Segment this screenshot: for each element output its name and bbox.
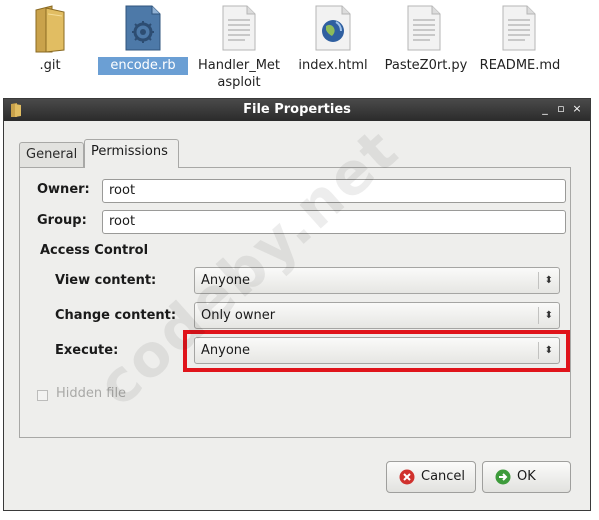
file-label: encode.rb (98, 57, 188, 75)
cancel-button-label: Cancel (421, 469, 466, 484)
file-handler-metasploit[interactable]: Handler_Met asploit (193, 4, 285, 94)
access-control-heading: Access Control (40, 243, 149, 258)
chevron-updown-icon: ⬍ (544, 275, 553, 286)
tab-permissions-label: Permissions (91, 144, 168, 159)
view-content-label: View content: (55, 273, 157, 288)
owner-label: Owner: (37, 182, 90, 197)
tab-permissions[interactable]: Permissions (84, 139, 179, 168)
group-label: Group: (37, 213, 87, 228)
desktop-file-area: .git encode.rb Handler_Met asploit index… (0, 0, 599, 98)
tab-general[interactable]: General (19, 142, 84, 168)
file-encode-rb[interactable]: encode.rb (98, 4, 188, 80)
execute-value: Anyone (201, 343, 251, 358)
cancel-icon (399, 469, 415, 485)
owner-field[interactable]: root (102, 179, 566, 203)
ok-button-label: OK (517, 469, 536, 484)
close-button[interactable]: × (570, 101, 584, 117)
combo-separator (538, 272, 539, 289)
file-git-folder[interactable]: .git (20, 4, 80, 80)
text-file-icon (502, 5, 536, 51)
text-file-icon (407, 5, 441, 51)
maximize-button[interactable]: ▫ (554, 101, 568, 117)
text-file-icon (222, 5, 256, 51)
ok-button[interactable]: OK (482, 461, 571, 493)
change-content-select[interactable]: Only owner ⬍ (194, 302, 560, 329)
cancel-button[interactable]: Cancel (386, 461, 476, 493)
file-pastez0rt-py[interactable]: PasteZ0rt.py (380, 4, 472, 80)
file-label: Handler_Met asploit (198, 58, 280, 90)
file-label: .git (39, 58, 61, 73)
chevron-updown-icon: ⬍ (544, 345, 553, 356)
hidden-file-checkbox[interactable] (37, 390, 48, 401)
change-content-label: Change content: (55, 308, 177, 323)
file-label: README.md (479, 58, 561, 73)
ruby-file-icon (125, 5, 161, 51)
file-index-html[interactable]: index.html (292, 4, 374, 80)
group-field[interactable]: root (102, 210, 566, 234)
file-properties-window: File Properties _ ▫ × General Permission… (3, 98, 591, 511)
permissions-panel: Owner: root Group: root Access Control V… (19, 167, 571, 438)
minimize-button[interactable]: _ (538, 101, 552, 117)
hidden-file-label: Hidden file (56, 386, 127, 401)
ok-icon (495, 469, 511, 485)
window-title: File Properties (243, 102, 351, 117)
tab-general-label: General (26, 147, 78, 162)
execute-select[interactable]: Anyone ⬍ (194, 337, 560, 364)
html-file-icon (315, 5, 351, 51)
change-content-value: Only owner (201, 308, 276, 323)
file-readme-md[interactable]: README.md (476, 4, 564, 80)
file-label: PasteZ0rt.py (384, 58, 468, 73)
combo-separator (538, 342, 539, 359)
combo-separator (538, 307, 539, 324)
window-titlebar[interactable]: File Properties _ ▫ × (4, 99, 590, 121)
execute-label: Execute: (55, 343, 119, 358)
view-content-select[interactable]: Anyone ⬍ (194, 267, 560, 294)
file-label: index.html (298, 58, 368, 73)
folder-icon (35, 5, 65, 53)
chevron-updown-icon: ⬍ (544, 310, 553, 321)
view-content-value: Anyone (201, 273, 251, 288)
